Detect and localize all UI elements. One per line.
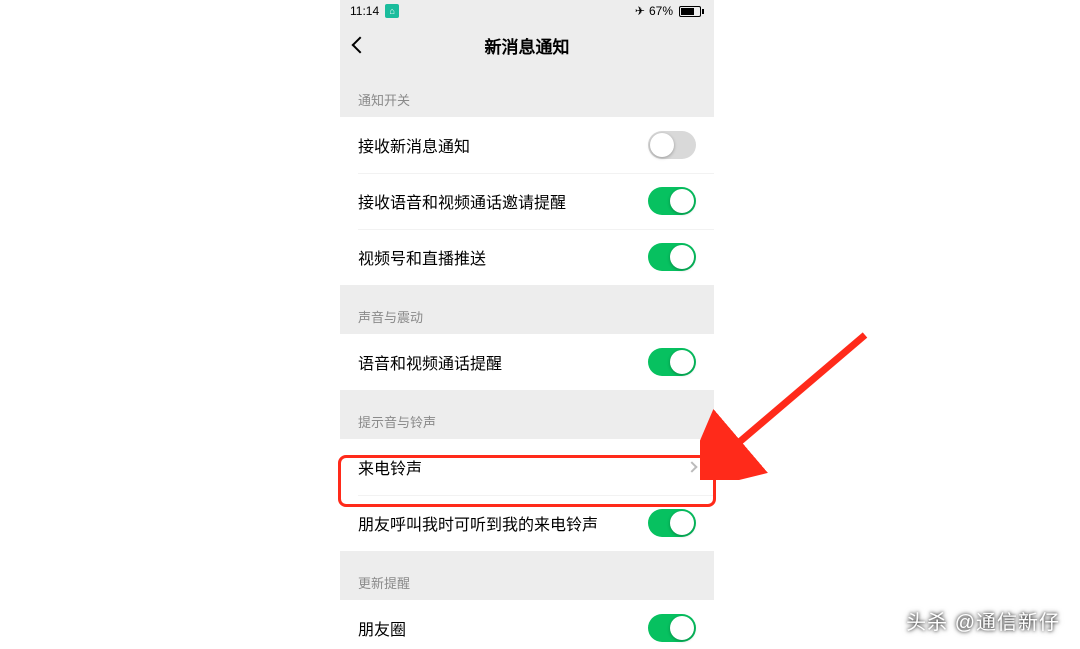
row-label: 朋友圈 — [358, 616, 406, 640]
battery-icon — [677, 6, 704, 17]
row-receive-call-invite[interactable]: 接收语音和视频通话邀请提醒 — [340, 173, 714, 229]
row-receive-new-messages[interactable]: 接收新消息通知 — [340, 117, 714, 173]
section-header-update-alert: 更新提醒 — [340, 551, 714, 600]
annotation-arrow — [700, 320, 880, 480]
toggle-moments[interactable] — [648, 614, 696, 642]
row-channels-push[interactable]: 视频号和直播推送 — [340, 229, 714, 285]
row-moments[interactable]: 朋友圈 — [340, 600, 714, 649]
toggle-receive-new[interactable] — [648, 131, 696, 159]
row-label: 来电铃声 — [358, 455, 422, 479]
toggle-friend-hear-ringtone[interactable] — [648, 509, 696, 537]
scan-icon: ⌂ — [385, 4, 399, 18]
row-label: 视频号和直播推送 — [358, 245, 486, 269]
row-ringtone[interactable]: 来电铃声 — [340, 439, 714, 495]
row-label: 语音和视频通话提醒 — [358, 350, 502, 374]
row-friend-hear-ringtone[interactable]: 朋友呼叫我时可听到我的来电铃声 — [340, 495, 714, 551]
row-label: 接收语音和视频通话邀请提醒 — [358, 189, 566, 213]
nav-bar: 新消息通知 — [340, 22, 714, 68]
chevron-right-icon — [686, 461, 697, 472]
toggle-channels-push[interactable] — [648, 243, 696, 271]
row-label: 接收新消息通知 — [358, 133, 470, 157]
battery-percent: 67% — [649, 4, 673, 18]
status-time: 11:14 — [350, 4, 379, 18]
airplane-mode-icon: ✈ — [635, 4, 645, 18]
section-header-notification-switch: 通知开关 — [340, 68, 714, 117]
section-header-alert-ringtone: 提示音与铃声 — [340, 390, 714, 439]
watermark: 头杀 @通信新仔 — [906, 606, 1060, 635]
toggle-receive-call-invite[interactable] — [648, 187, 696, 215]
row-call-alert[interactable]: 语音和视频通话提醒 — [340, 334, 714, 390]
section-header-sound-vibration: 声音与震动 — [340, 285, 714, 334]
phone-frame: 11:14 ⌂ ✈ 67% 新消息通知 通知开关 接收新消息通知 接收语音和视频… — [340, 0, 714, 649]
status-bar: 11:14 ⌂ ✈ 67% — [340, 0, 714, 22]
row-label: 朋友呼叫我时可听到我的来电铃声 — [358, 511, 598, 535]
page-title: 新消息通知 — [340, 33, 714, 58]
toggle-call-alert[interactable] — [648, 348, 696, 376]
